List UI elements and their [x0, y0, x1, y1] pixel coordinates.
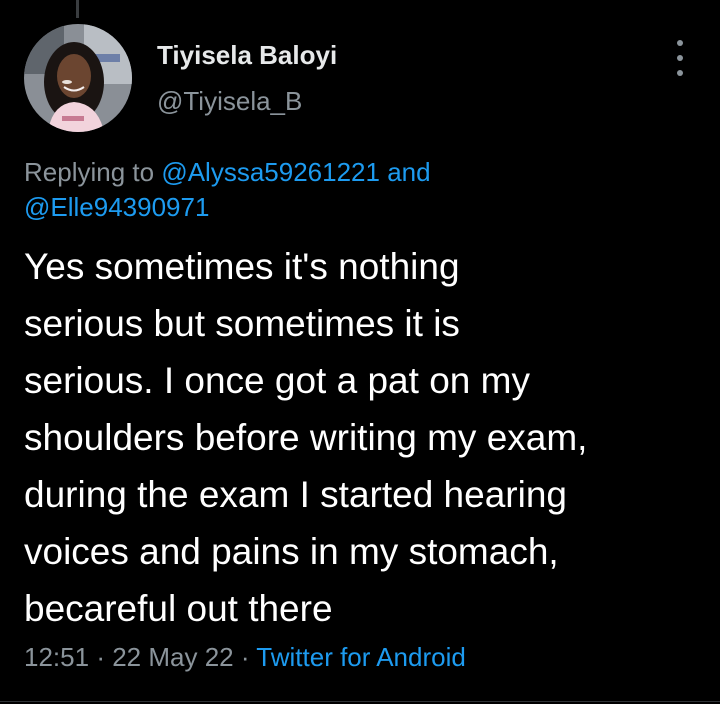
tweet-text-line: Yes sometimes it's nothing	[24, 246, 460, 287]
replying-to: Replying to @Alyssa59261221 and @Elle9439…	[24, 155, 684, 225]
tweet-source[interactable]: Twitter for Android	[256, 642, 466, 672]
mention-link[interactable]: @Elle94390971	[24, 192, 209, 222]
avatar-photo	[24, 24, 132, 132]
tweet-time[interactable]: 12:51	[24, 642, 89, 672]
tweet-text: Yes sometimes it's nothing serious but so…	[24, 238, 696, 637]
more-dot-icon	[677, 70, 683, 76]
tweet-text-line: during the exam I started hearing	[24, 474, 567, 515]
tweet-text-line: serious. I once got a pat on my	[24, 360, 530, 401]
more-dot-icon	[677, 40, 683, 46]
author-handle[interactable]: @Tiyisela_B	[157, 86, 302, 117]
more-dot-icon	[677, 55, 683, 61]
tweet-text-line: voices and pains in my stomach,	[24, 531, 559, 572]
thread-line	[76, 0, 79, 18]
mention-link[interactable]: @Alyssa59261221	[161, 157, 380, 187]
author-display-name[interactable]: Tiyisela Baloyi	[157, 40, 337, 71]
meta-separator: ·	[240, 642, 250, 672]
replying-to-prefix: Replying to	[24, 157, 155, 187]
tweet-text-line: serious but sometimes it is	[24, 303, 460, 344]
more-vertical-icon[interactable]	[670, 40, 690, 76]
tweet-meta: 12:51 · 22 May 22 · Twitter for Android	[24, 642, 466, 673]
divider	[0, 701, 720, 702]
meta-separator: ·	[96, 642, 105, 672]
avatar[interactable]	[24, 24, 132, 132]
tweet-text-line: shoulders before writing my exam,	[24, 417, 588, 458]
replying-to-conjunction[interactable]: and	[387, 157, 430, 187]
tweet-date[interactable]: 22 May 22	[112, 642, 233, 672]
tweet-text-line: becareful out there	[24, 588, 333, 629]
